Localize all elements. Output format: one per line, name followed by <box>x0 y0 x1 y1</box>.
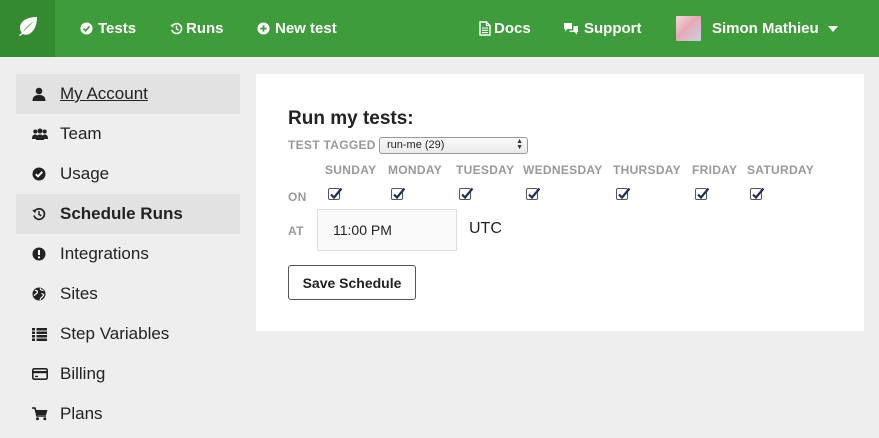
schedule-title: Run my tests: <box>288 108 414 129</box>
sidebar-item-schedule-runs[interactable]: Schedule Runs <box>16 194 240 234</box>
list-icon <box>32 327 60 341</box>
sidebar-item-integrations[interactable]: Integrations <box>16 234 240 274</box>
nav-tests[interactable]: Tests <box>80 0 136 57</box>
user-menu[interactable]: Simon Mathieu <box>676 0 838 57</box>
sidebar-item-sites[interactable]: Sites <box>16 274 240 314</box>
sidebar-item-label: Schedule Runs <box>60 204 183 223</box>
cart-icon <box>32 407 60 421</box>
nav-runs[interactable]: Runs <box>170 0 224 57</box>
sidebar-item-step-variables[interactable]: Step Variables <box>16 314 240 354</box>
sidebar-item-label: My Account <box>60 84 148 103</box>
nav-new-test-label: New test <box>275 20 337 37</box>
check-circle-icon <box>80 22 93 35</box>
checkbox-wednesday[interactable] <box>526 187 541 200</box>
checkbox-friday[interactable] <box>695 187 710 200</box>
on-label: ON <box>288 190 307 204</box>
top-navbar: Tests Runs New test Docs Support Simon M… <box>0 0 879 57</box>
history-icon <box>32 207 60 221</box>
credit-card-icon <box>32 368 60 380</box>
sidebar-item-label: Usage <box>60 164 110 183</box>
nav-new-test[interactable]: New test <box>257 0 337 57</box>
document-icon <box>479 21 491 36</box>
nav-support-label: Support <box>584 20 642 37</box>
nav-support[interactable]: Support <box>563 0 642 57</box>
sidebar-item-label: Team <box>60 124 102 143</box>
checkmark-icon <box>461 187 474 200</box>
day-header-sunday: SUNDAY <box>325 163 377 177</box>
test-tagged-label: TEST TAGGED <box>288 138 376 152</box>
sidebar-item-billing[interactable]: Billing <box>16 354 240 394</box>
checkbox-thursday[interactable] <box>616 187 631 200</box>
checkmark-icon <box>393 187 406 200</box>
user-icon <box>32 87 60 101</box>
checkbox-tuesday[interactable] <box>459 187 474 200</box>
day-header-friday: FRIDAY <box>692 163 738 177</box>
schedule-panel: Run my tests: TEST TAGGED run-me (29) ▲ ▼… <box>256 74 864 331</box>
checkmark-icon <box>697 187 710 200</box>
select-arrows-icon: ▲ ▼ <box>516 138 523 151</box>
checkbox-saturday[interactable] <box>750 187 765 200</box>
nav-docs-label: Docs <box>494 20 531 37</box>
checkmark-icon <box>330 187 343 200</box>
checkbox-sunday[interactable] <box>328 187 343 200</box>
timezone-label: UTC <box>469 220 502 237</box>
history-icon <box>170 22 183 35</box>
sidebar-item-label: Step Variables <box>60 324 170 343</box>
sidebar-item-label: Sites <box>60 284 98 303</box>
sidebar-item-usage[interactable]: Usage <box>16 154 240 194</box>
day-header-wednesday: WEDNESDAY <box>523 163 603 177</box>
account-sidebar: My Account Team Usage Schedule Runs Inte… <box>16 74 240 434</box>
group-icon <box>32 128 60 140</box>
time-input[interactable]: 11:00 PM <box>317 209 457 251</box>
save-schedule-label: Save Schedule <box>302 274 402 291</box>
checkbox-monday[interactable] <box>391 187 406 200</box>
checkmark-icon <box>752 187 765 200</box>
exclamation-circle-icon <box>32 247 60 261</box>
day-header-thursday: THURSDAY <box>613 163 681 177</box>
avatar <box>676 16 701 41</box>
sidebar-item-my-account[interactable]: My Account <box>16 74 240 114</box>
logo[interactable] <box>0 0 55 57</box>
checkmark-icon <box>528 187 541 200</box>
save-schedule-button[interactable]: Save Schedule <box>288 265 416 300</box>
caret-down-icon <box>827 25 838 32</box>
nav-docs[interactable]: Docs <box>479 0 531 57</box>
plus-circle-icon <box>257 22 270 35</box>
checkmark-icon <box>618 187 631 200</box>
leaf-icon <box>17 16 39 41</box>
sidebar-item-team[interactable]: Team <box>16 114 240 154</box>
user-name: Simon Mathieu <box>712 20 819 37</box>
at-label: AT <box>288 224 304 238</box>
sidebar-item-plans[interactable]: Plans <box>16 394 240 434</box>
nav-runs-label: Runs <box>186 20 224 37</box>
day-header-saturday: SATURDAY <box>747 163 815 177</box>
tag-select-value: run-me (29) <box>387 139 445 151</box>
sidebar-item-label: Billing <box>60 364 106 383</box>
sidebar-item-label: Integrations <box>60 244 149 263</box>
sidebar-item-label: Plans <box>60 404 103 423</box>
comments-icon <box>563 22 579 36</box>
time-value: 11:00 PM <box>333 222 392 238</box>
nav-tests-label: Tests <box>98 20 137 37</box>
tag-select[interactable]: run-me (29) ▲ ▼ <box>379 137 528 154</box>
day-header-tuesday: TUESDAY <box>456 163 515 177</box>
globe-icon <box>32 287 60 301</box>
day-header-monday: MONDAY <box>388 163 443 177</box>
check-circle-icon <box>32 167 60 181</box>
